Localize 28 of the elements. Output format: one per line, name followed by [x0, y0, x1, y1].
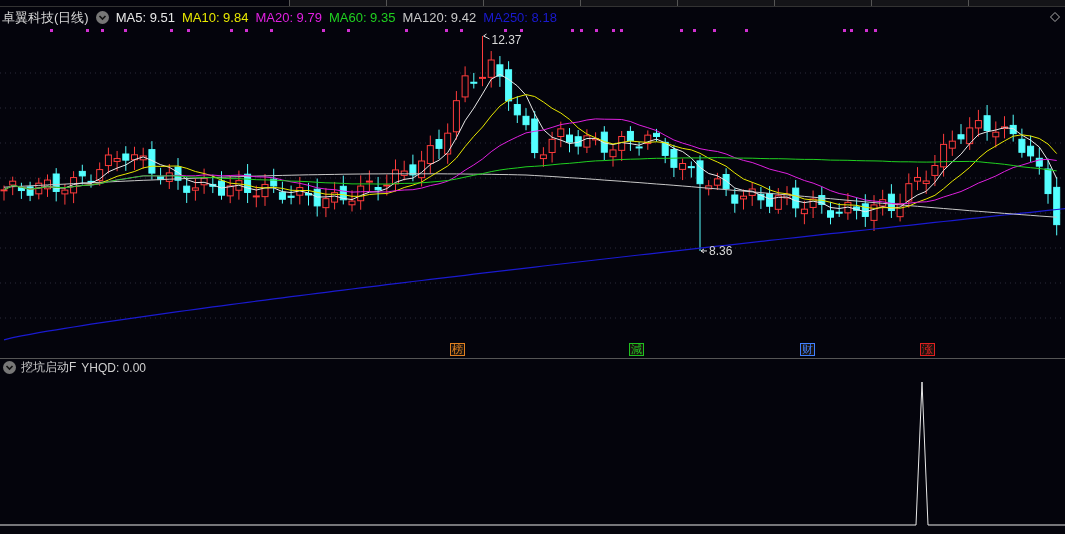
chevron-icon[interactable]: [3, 361, 16, 374]
event-marker[interactable]: 财: [800, 343, 815, 356]
moving-average-value: MA5: 9.51: [115, 10, 175, 25]
chevron-icon[interactable]: [95, 11, 109, 24]
indicator-value: YHQD: 0.00: [81, 360, 147, 375]
diamond-icon[interactable]: [1050, 12, 1060, 22]
moving-average-value: MA250: 8.18: [483, 10, 557, 25]
toolbar-tab[interactable]: [677, 0, 774, 6]
moving-average-value: MA20: 9.79: [255, 10, 322, 25]
toolbar-tab[interactable]: [289, 0, 386, 6]
event-marker[interactable]: 涨: [920, 343, 935, 356]
toolbar-tab[interactable]: [774, 0, 871, 6]
toolbar-tab[interactable]: [871, 0, 968, 6]
event-marker[interactable]: 減: [629, 343, 644, 356]
moving-average-value: MA10: 9.84: [181, 10, 249, 25]
toolbar-tab[interactable]: [968, 0, 1065, 6]
chart-title: 卓翼科技(日线): [2, 8, 89, 27]
toolbar-tab[interactable]: [386, 0, 483, 6]
low-price-label: 8.36: [709, 243, 733, 258]
high-pointer-arrow: [483, 33, 490, 40]
low-pointer-arrow: [700, 248, 708, 254]
event-marker[interactable]: 榜: [450, 343, 465, 356]
high-price-label: 12.37: [491, 33, 522, 47]
toolbar-tab[interactable]: [483, 0, 580, 6]
moving-average-value: MA120: 9.42: [402, 10, 477, 25]
indicator-name: 挖坑启动F: [21, 359, 77, 376]
moving-average-value: MA60: 9.35: [328, 10, 396, 25]
toolbar-tab[interactable]: [580, 0, 677, 6]
